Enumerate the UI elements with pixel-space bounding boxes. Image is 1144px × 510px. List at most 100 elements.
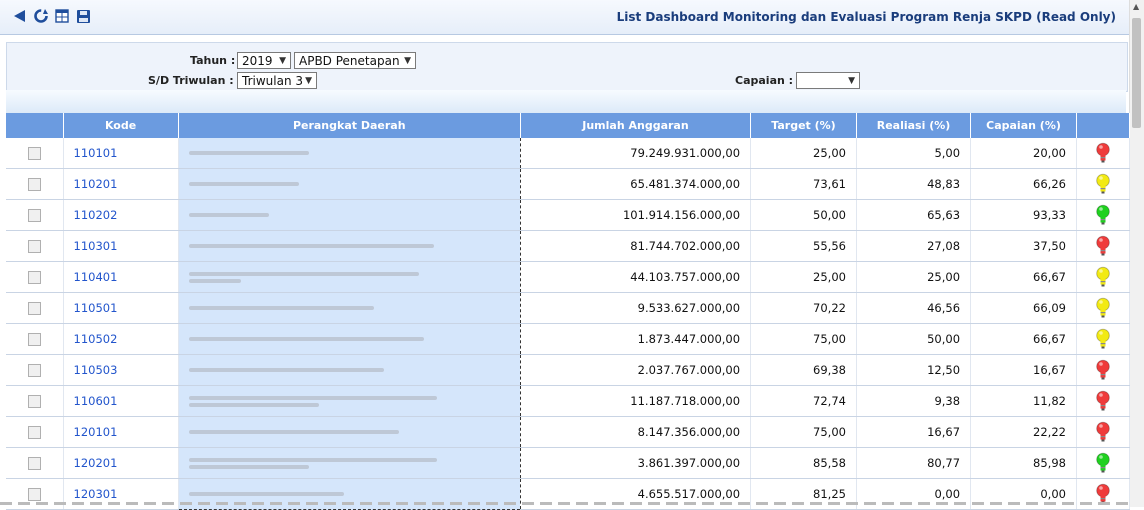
kode-link[interactable]: 110503 xyxy=(74,363,118,377)
target-cell: 25,00 xyxy=(750,261,857,293)
row-checkbox[interactable] xyxy=(27,363,41,377)
anggaran-cell: 3.861.397.000,00 xyxy=(520,447,752,479)
anggaran-cell: 2.037.767.000,00 xyxy=(520,354,752,386)
tahun-select[interactable]: 2019 ▼ xyxy=(237,52,291,69)
page-bottom-divider xyxy=(0,502,1130,505)
table-row[interactable]: 110201 65.481.374.000,00 73,61 48,83 66,26 xyxy=(6,168,1131,200)
row-checkbox[interactable] xyxy=(27,208,41,222)
table-row[interactable]: 110502 1.873.447.000,00 75,00 50,00 66,67 xyxy=(6,323,1131,355)
table-row[interactable]: 110501 9.533.627.000,00 70,22 46,56 66,09 xyxy=(6,292,1131,324)
realisasi-cell: 48,83 xyxy=(856,168,972,200)
kode-link[interactable]: 120201 xyxy=(74,456,118,470)
realisasi-cell: 16,67 xyxy=(856,416,972,448)
kode-link[interactable]: 120101 xyxy=(74,425,118,439)
perangkat-daerah-cell xyxy=(177,199,521,231)
kode-link[interactable]: 110301 xyxy=(74,239,118,253)
triwulan-value: Triwulan 3 xyxy=(242,74,303,88)
row-checkbox[interactable] xyxy=(27,456,41,470)
scroll-up-icon[interactable]: ▲ xyxy=(1133,2,1139,11)
row-select-cell xyxy=(6,168,64,200)
scrollbar-thumb[interactable] xyxy=(1132,18,1141,128)
filter-panel: Tahun : 2019 ▼ APBD Penetapan ▼ S/D Triw… xyxy=(6,42,1128,92)
col-realisasi[interactable]: Realiasi (%) xyxy=(856,113,972,138)
redacted-text xyxy=(188,368,384,372)
table-row[interactable]: 110202 101.914.156.000,00 50,00 65,63 93,33 xyxy=(6,199,1131,231)
status-cell xyxy=(1076,385,1131,417)
perangkat-daerah-cell xyxy=(177,168,521,200)
redacted-text xyxy=(188,492,344,496)
col-select xyxy=(6,113,64,138)
kode-cell: 120101 xyxy=(63,416,179,448)
realisasi-cell: 27,08 xyxy=(856,230,972,262)
col-status xyxy=(1076,113,1131,138)
save-icon[interactable] xyxy=(75,8,91,24)
target-cell: 75,00 xyxy=(750,416,857,448)
table-row[interactable]: 110301 81.744.702.000,00 55,56 27,08 37,50 xyxy=(6,230,1131,262)
redacted-text xyxy=(188,244,434,248)
row-select-cell xyxy=(6,323,64,355)
table-row[interactable]: 110101 79.249.931.000,00 25,00 5,00 20,00 xyxy=(6,138,1131,169)
perangkat-daerah-cell xyxy=(177,230,521,262)
status-cell xyxy=(1076,230,1131,262)
row-checkbox[interactable] xyxy=(27,146,41,160)
kode-cell: 110401 xyxy=(63,261,179,293)
redacted-text xyxy=(188,395,437,400)
capaian-cell: 85,98 xyxy=(970,447,1077,479)
row-checkbox[interactable] xyxy=(27,270,41,284)
col-capaian[interactable]: Capaian (%) xyxy=(970,113,1077,138)
row-select-cell xyxy=(6,199,64,231)
row-checkbox[interactable] xyxy=(27,239,41,253)
col-perangkat-daerah[interactable]: Perangkat Daerah xyxy=(178,113,521,138)
row-checkbox[interactable] xyxy=(27,425,41,439)
col-jumlah-anggaran[interactable]: Jumlah Anggaran xyxy=(520,113,752,138)
kode-link[interactable]: 110202 xyxy=(74,208,118,222)
status-cell xyxy=(1076,292,1131,324)
kode-cell: 110502 xyxy=(63,323,179,355)
kode-link[interactable]: 110401 xyxy=(74,270,118,284)
capaian-cell: 11,82 xyxy=(970,385,1077,417)
row-select-cell xyxy=(6,385,64,417)
redacted-text xyxy=(188,271,419,276)
row-checkbox[interactable] xyxy=(27,332,41,346)
perangkat-daerah-cell xyxy=(177,323,521,355)
grid-icon[interactable] xyxy=(54,8,70,24)
table-row[interactable]: 110601 11.187.718.000,00 72,74 9,38 11,82 xyxy=(6,385,1131,417)
row-checkbox[interactable] xyxy=(27,177,41,191)
anggaran-select[interactable]: APBD Penetapan ▼ xyxy=(294,52,416,69)
kode-link[interactable]: 110101 xyxy=(74,146,118,160)
kode-link[interactable]: 120301 xyxy=(74,487,118,501)
col-target[interactable]: Target (%) xyxy=(750,113,857,138)
kode-link[interactable]: 110502 xyxy=(74,332,118,346)
table-row[interactable]: 120101 8.147.356.000,00 75,00 16,67 22,22 xyxy=(6,416,1131,448)
capaian-select[interactable]: ▼ xyxy=(796,72,860,89)
table-row[interactable]: 120201 3.861.397.000,00 85,58 80,77 85,98 xyxy=(6,447,1131,479)
redacted-text xyxy=(188,306,374,310)
vertical-scrollbar[interactable]: ▲ xyxy=(1129,0,1144,507)
kode-cell: 110301 xyxy=(63,230,179,262)
kode-cell: 110101 xyxy=(63,138,179,169)
col-kode[interactable]: Kode xyxy=(63,113,179,138)
kode-link[interactable]: 110601 xyxy=(74,394,118,408)
kode-link[interactable]: 110501 xyxy=(74,301,118,315)
triwulan-select[interactable]: Triwulan 3 ▼ xyxy=(237,72,317,89)
capaian-cell: 20,00 xyxy=(970,138,1077,169)
status-cell xyxy=(1076,168,1131,200)
capaian-cell: 66,67 xyxy=(970,261,1077,293)
perangkat-daerah-cell xyxy=(177,261,521,293)
refresh-icon[interactable] xyxy=(33,8,49,24)
row-checkbox[interactable] xyxy=(27,301,41,315)
kode-link[interactable]: 110201 xyxy=(74,177,118,191)
chevron-down-icon: ▼ xyxy=(848,76,855,86)
anggaran-cell: 79.249.931.000,00 xyxy=(520,138,752,169)
table-row[interactable]: 110503 2.037.767.000,00 69,38 12,50 16,67 xyxy=(6,354,1131,386)
realisasi-cell: 25,00 xyxy=(856,261,972,293)
back-icon[interactable] xyxy=(12,8,28,24)
row-checkbox[interactable] xyxy=(27,487,41,501)
anggaran-cell: 65.481.374.000,00 xyxy=(520,168,752,200)
redacted-text xyxy=(188,213,269,217)
row-select-cell xyxy=(6,230,64,262)
table-row[interactable]: 110401 44.103.757.000,00 25,00 25,00 66,67 xyxy=(6,261,1131,293)
row-select-cell xyxy=(6,416,64,448)
row-checkbox[interactable] xyxy=(27,394,41,408)
status-bulb-icon xyxy=(1096,142,1110,163)
